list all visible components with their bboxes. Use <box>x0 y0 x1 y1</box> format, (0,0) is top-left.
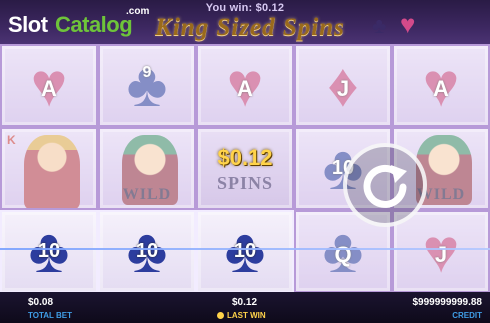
game-screen: You win: $0.12 ♣ King Sized Spins ♣ ♥ Sl… <box>0 0 490 323</box>
card-rank: A <box>41 76 57 101</box>
card-rank: J <box>434 242 448 267</box>
spins-label: SPINS <box>216 173 274 193</box>
logo-text-com: .com <box>126 6 150 17</box>
reel-cell-winning: ♣ 10 <box>98 210 196 293</box>
diamond-icon: ♦ <box>327 50 359 120</box>
card-rank: A <box>237 76 253 101</box>
club-icon: ♣ <box>322 216 364 286</box>
reel-cell-winning: ♣ 10 <box>0 210 98 293</box>
logo-text-catalog: Catalog <box>55 12 133 37</box>
slotcatalog-logo: Slot Catalog .com <box>8 6 158 40</box>
card-rank: 9 <box>142 64 152 81</box>
win-amount: $0.12 <box>217 145 273 170</box>
credit-label: CREDIT <box>452 311 482 320</box>
last-win-label-wrap: LAST WIN <box>217 311 266 320</box>
logo-text-slot: Slot <box>8 12 48 37</box>
king-letter: K <box>7 133 16 147</box>
replay-button[interactable] <box>343 143 427 227</box>
replay-icon <box>363 164 407 208</box>
game-title: King Sized Spins <box>155 14 345 41</box>
club-icon: ♣ <box>372 13 387 38</box>
reel-cell-winning: ♣ 10 <box>196 210 294 293</box>
card-rank: 10 <box>135 240 159 262</box>
reel-cell-wild: WILD <box>98 127 196 210</box>
reel-cell: ♥ J <box>392 210 490 293</box>
win-payline <box>0 248 490 250</box>
total-bet-value: $0.08 <box>28 297 54 308</box>
coin-icon <box>217 312 224 319</box>
card-rank: 10 <box>37 240 61 262</box>
reel-cell: ♦ J <box>294 44 392 127</box>
card-rank: 10 <box>233 240 257 262</box>
reel-cell: ♣ 9 <box>98 44 196 127</box>
last-win-label: LAST WIN <box>227 311 266 320</box>
heart-icon: ♥ <box>30 50 68 120</box>
club-icon: ♣ <box>126 50 168 120</box>
reel-cell: ♥ A <box>392 44 490 127</box>
heart-icon: ♥ <box>400 9 416 39</box>
heart-icon: ♥ <box>226 50 264 120</box>
card-rank: Q <box>334 242 352 267</box>
last-win-value: $0.12 <box>232 297 258 308</box>
reel-cell: ♥ A <box>0 44 98 127</box>
total-bet-label: TOTAL BET <box>28 311 72 320</box>
bottom-bar: $0.08 TOTAL BET $0.12 LAST WIN $99999999… <box>0 292 490 323</box>
heart-icon: ♥ <box>422 216 460 286</box>
wild-label: WILD <box>122 186 172 203</box>
card-rank: J <box>336 76 350 101</box>
wild-portrait <box>122 135 178 205</box>
heart-icon: ♥ <box>422 50 460 120</box>
reel-cell-king: K <box>0 127 98 210</box>
king-portrait <box>24 135 80 208</box>
card-rank: A <box>433 76 449 101</box>
reel-cell: ♥ A <box>196 44 294 127</box>
credit-value: $999999999.88 <box>412 297 482 308</box>
